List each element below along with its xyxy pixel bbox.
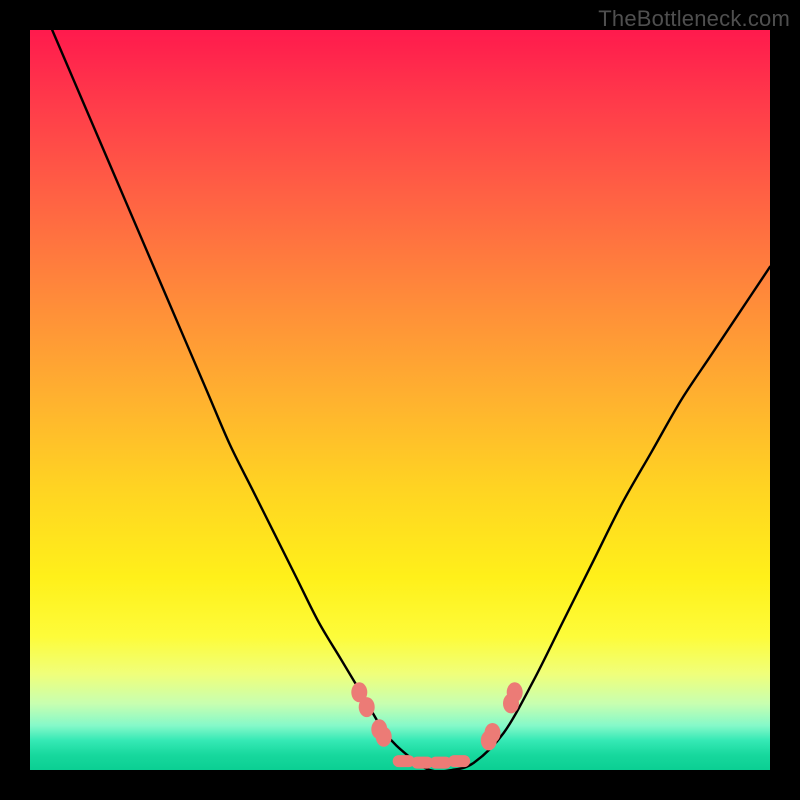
plot-area	[30, 30, 770, 770]
marker	[485, 723, 501, 743]
marker-layer	[351, 682, 522, 768]
bottleneck-curve	[52, 30, 770, 771]
marker	[376, 727, 392, 747]
marker	[507, 682, 523, 702]
marker	[448, 755, 470, 767]
chart-svg	[30, 30, 770, 770]
marker	[359, 697, 375, 717]
source-watermark: TheBottleneck.com	[598, 6, 790, 32]
chart-frame: TheBottleneck.com	[0, 0, 800, 800]
